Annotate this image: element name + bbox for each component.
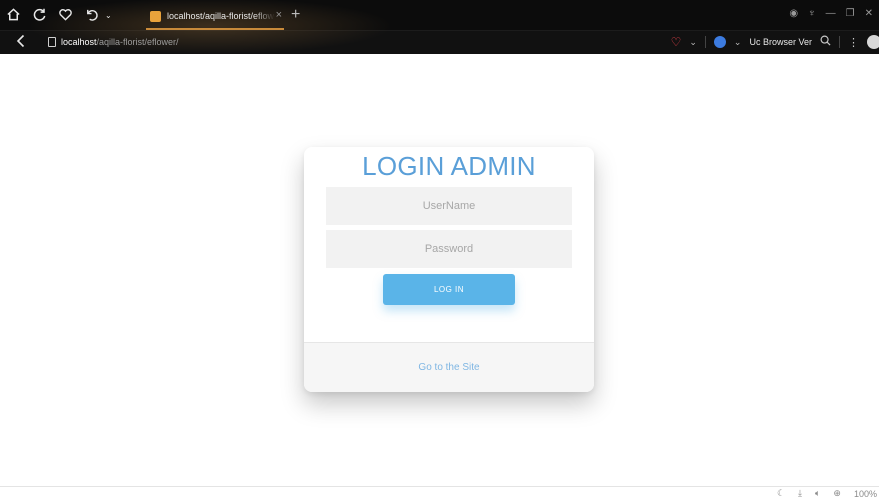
divider — [704, 36, 706, 48]
username-input[interactable] — [326, 187, 572, 225]
menu-icon[interactable]: ⋮ — [848, 36, 859, 49]
extension-icon[interactable]: ◉ — [789, 8, 798, 19]
undo-icon[interactable] — [84, 7, 99, 22]
restore-icon[interactable]: ❐ — [846, 8, 855, 19]
minimize-icon[interactable]: — — [826, 8, 836, 19]
close-window-icon[interactable]: ✕ — [865, 8, 873, 19]
night-mode-icon[interactable]: ☾ — [777, 488, 785, 499]
back-icon[interactable] — [16, 34, 26, 48]
home-icon[interactable] — [6, 7, 21, 22]
tab-close-icon[interactable]: × — [276, 9, 282, 21]
url-field[interactable]: localhost/aqilla-florist/eflower/ — [48, 35, 179, 49]
search-icon[interactable] — [820, 35, 831, 49]
go-to-site-link[interactable]: Go to the Site — [418, 362, 479, 373]
tab-title: localhost/aqilla-florist/eflower/ — [167, 11, 275, 21]
favorite-heart-icon[interactable] — [58, 7, 73, 22]
status-icons: ☾ ⤓ 🔈︎ ⊕ 100% — [777, 488, 877, 499]
uc-logo-icon[interactable] — [713, 36, 726, 48]
chevron-down-icon[interactable]: ⌄ — [689, 37, 697, 48]
reload-icon[interactable] — [32, 7, 47, 22]
status-bar: ☾ ⤓ 🔈︎ ⊕ 100% — [0, 486, 879, 502]
new-tab-button[interactable]: + — [291, 6, 300, 24]
tab-favicon-icon — [150, 10, 161, 22]
url-host: localhost — [61, 37, 97, 47]
sound-icon[interactable]: 🔈︎ — [815, 488, 820, 499]
divider — [839, 36, 840, 48]
download-icon[interactable]: ⤓ — [798, 488, 802, 499]
address-bar-actions: ♡ ⌄ ⌄ Uc Browser Ver ⋮ — [671, 31, 879, 53]
window-controls: ◉ ♆ — ❐ ✕ — [789, 8, 873, 19]
chevron-down-icon[interactable]: ⌄ — [734, 37, 742, 48]
zoom-icon[interactable]: ⊕ — [833, 488, 841, 499]
browser-name[interactable]: Uc Browser Ver — [749, 37, 812, 47]
password-input[interactable] — [326, 230, 572, 268]
page-icon — [48, 37, 56, 47]
login-button[interactable]: LOG IN — [383, 274, 515, 305]
login-title: LOGIN ADMIN — [362, 151, 536, 181]
card-footer: Go to the Site — [304, 342, 594, 392]
undo-dropdown-chevron-icon[interactable]: ⌄ — [105, 8, 112, 24]
heart-icon[interactable]: ♡ — [671, 35, 682, 49]
url-text[interactable]: localhost/aqilla-florist/eflower/ — [61, 37, 179, 47]
zoom-level[interactable]: 100% — [854, 489, 877, 499]
browser-tab[interactable]: localhost/aqilla-florist/eflower/ × — [146, 5, 284, 30]
tab-bar — [0, 0, 879, 30]
url-path: /aqilla-florist/eflower/ — [96, 37, 179, 47]
login-card: LOGIN ADMIN LOG IN Go to the Site — [304, 147, 594, 392]
skin-icon[interactable]: ♆ — [808, 8, 816, 19]
profile-avatar[interactable] — [867, 35, 879, 49]
